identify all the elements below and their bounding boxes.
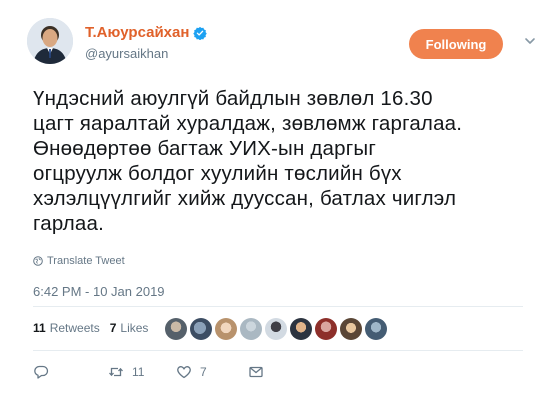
following-button[interactable]: Following	[409, 29, 503, 59]
liker-avatar[interactable]	[365, 318, 387, 340]
liker-avatar[interactable]	[240, 318, 262, 340]
retweet-icon	[109, 367, 123, 377]
like-button[interactable]: 7	[176, 364, 207, 380]
liker-avatar[interactable]	[190, 318, 212, 340]
tweet-card: Т.Аюурсайхан @ayursaikhan Following Үндэ…	[0, 0, 553, 407]
tweet-stats: 11 Retweets 7 Likes	[33, 321, 158, 335]
likes-stat[interactable]: 7 Likes	[110, 321, 149, 335]
tweet-text-line: огцруулж болдог хуулийн төслийн бүх	[33, 162, 402, 185]
liker-avatar[interactable]	[265, 318, 287, 340]
user-handle[interactable]: @ayursaikhan	[85, 46, 168, 61]
tweet-text-line: гарлаа.	[33, 212, 104, 235]
tweet-timestamp[interactable]: 6:42 PM - 10 Jan 2019	[33, 284, 165, 299]
reply-icon	[34, 365, 49, 379]
liker-avatar[interactable]	[340, 318, 362, 340]
divider	[33, 306, 523, 307]
heart-icon	[177, 366, 191, 379]
translate-tweet-link[interactable]: Translate Tweet	[33, 255, 125, 267]
tweet-text-line: хэлэлцүүлгийг хийж дууссан, батлах чиглэ…	[33, 187, 457, 210]
liker-avatar[interactable]	[315, 318, 337, 340]
translate-tweet-label: Translate Tweet	[47, 255, 125, 267]
retweets-label: Retweets	[49, 321, 100, 335]
retweets-stat[interactable]: 11 Retweets	[33, 321, 100, 335]
divider	[33, 350, 523, 351]
display-name[interactable]: Т.Аюурсайхан	[85, 24, 208, 41]
tweet-actions: 11 7	[33, 364, 333, 384]
like-count: 7	[200, 365, 207, 379]
liker-avatar[interactable]	[290, 318, 312, 340]
tweet-text-line: Өнөөдөртөө багтаж УИХ-ын даргыг	[33, 137, 377, 160]
envelope-icon	[249, 366, 263, 378]
likes-count: 7	[109, 321, 117, 335]
retweets-count: 11	[33, 321, 46, 335]
liker-avatar[interactable]	[215, 318, 237, 340]
reply-button[interactable]	[33, 364, 57, 380]
tweet-text-line: Үндэсний аюулгүй байдлын зөвлөл 16.30	[33, 87, 433, 110]
following-button-label: Following	[425, 36, 487, 52]
chevron-down-icon[interactable]	[523, 34, 537, 48]
likes-label: Likes	[120, 321, 149, 335]
retweet-button[interactable]: 11	[108, 364, 144, 380]
tweet-text-line: цагт яаралтай хуралдаж, зөвлөмж гаргалаа…	[33, 112, 463, 135]
globe-icon	[33, 256, 43, 266]
retweet-count: 11	[132, 365, 145, 379]
display-name-text[interactable]: Т.Аюурсайхан	[85, 24, 189, 41]
verified-badge-icon	[193, 26, 208, 40]
direct-message-button[interactable]	[248, 364, 272, 380]
liker-avatars	[165, 318, 390, 340]
liker-avatar[interactable]	[165, 318, 187, 340]
tweet-text: Үндэсний аюулгүй байдлын зөвлөл 16.30 ца…	[33, 86, 533, 236]
avatar[interactable]	[27, 18, 73, 64]
